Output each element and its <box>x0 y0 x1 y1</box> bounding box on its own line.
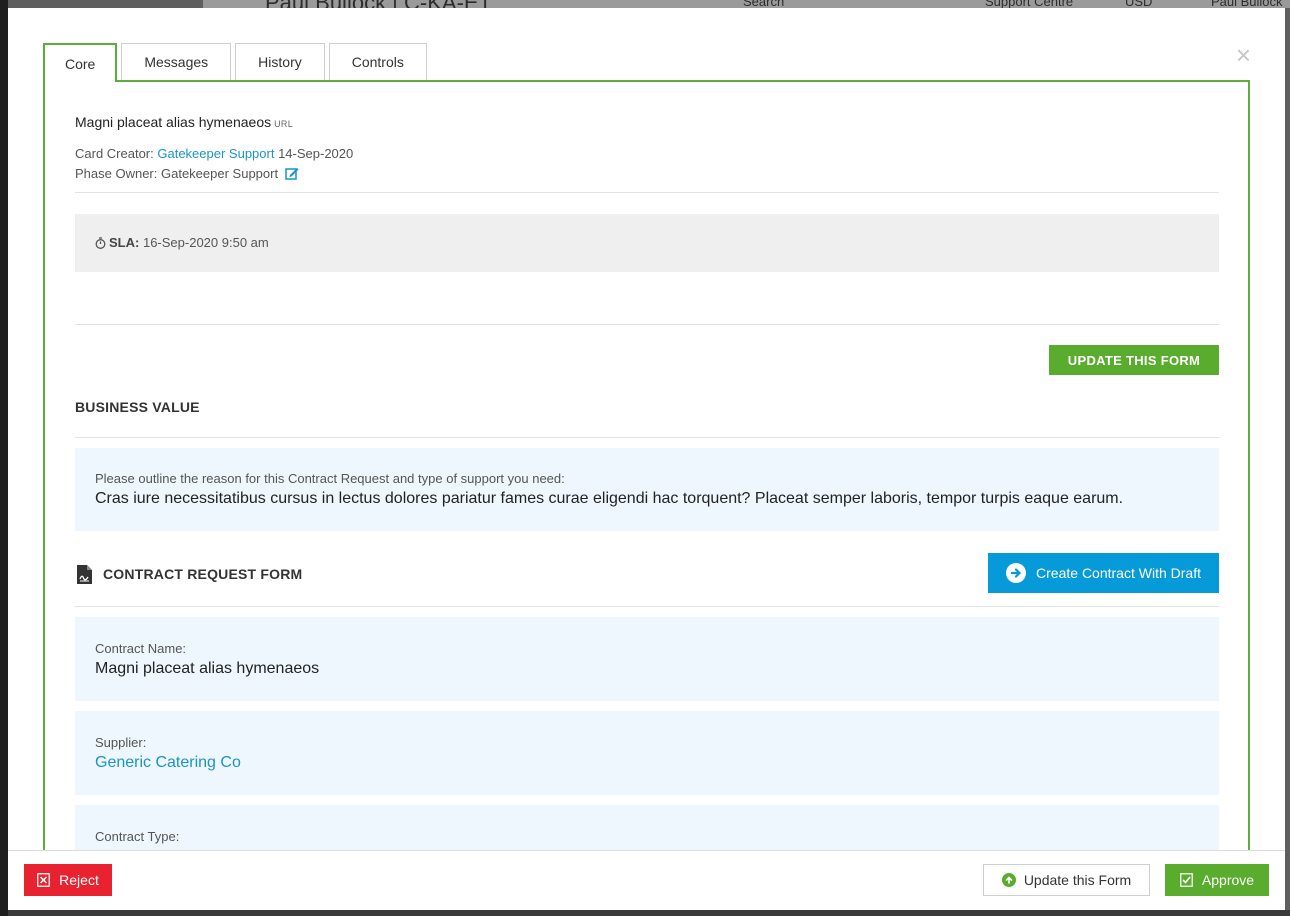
tab-messages[interactable]: Messages <box>121 43 232 80</box>
arrow-up-circle-icon <box>1001 873 1016 887</box>
checkbox-checked-icon <box>1180 873 1193 887</box>
card-creator-date: 14-Sep-2020 <box>278 146 354 161</box>
update-this-form-button[interactable]: UPDATE THIS FORM <box>1049 345 1219 375</box>
divider <box>75 324 1219 325</box>
supplier-field: Supplier: Generic Catering Co <box>75 711 1219 795</box>
background-currency: USD <box>1125 0 1153 8</box>
modal-footer: Reject Update this Form Approve <box>8 850 1285 910</box>
create-contract-label: Create Contract With Draft <box>1036 565 1201 581</box>
background-header-title: Paul Bullock | C-KA-E1 <box>265 0 491 8</box>
card-creator: Card Creator: Gatekeeper Support 14-Sep-… <box>75 146 353 161</box>
card-title-text: Magni placeat alias hymenaeos <box>75 114 272 130</box>
core-panel: Magni placeat alias hymenaeos URL Card Cr… <box>43 80 1250 910</box>
card-creator-label: Card Creator: <box>75 146 154 161</box>
business-value-question: Please outline the reason for this Contr… <box>95 471 565 486</box>
tab-controls[interactable]: Controls <box>328 43 427 80</box>
tab-core[interactable]: Core <box>43 43 118 82</box>
sla-value: 16-Sep-2020 9:50 am <box>142 235 269 250</box>
create-contract-with-draft-button[interactable]: Create Contract With Draft <box>988 553 1219 593</box>
approve-button[interactable]: Approve <box>1165 864 1269 896</box>
phase-owner-label: Phase Owner: <box>75 166 158 181</box>
arrow-right-circle-icon <box>1006 563 1027 583</box>
card-creator-link[interactable]: Gatekeeper Support <box>157 146 274 161</box>
supplier-link[interactable]: Generic Catering Co <box>95 754 1199 772</box>
divider <box>75 606 1219 607</box>
divider <box>75 437 1219 438</box>
contract-request-form-title: CONTRACT REQUEST FORM <box>103 566 303 582</box>
business-value-title: BUSINESS VALUE <box>75 399 200 415</box>
tab-history[interactable]: History <box>235 43 325 80</box>
contract-name-value: Magni placeat alias hymenaeos <box>95 660 320 677</box>
business-value-box: Please outline the reason for this Contr… <box>75 448 1219 531</box>
sla-box: SLA: 16-Sep-2020 9:50 am <box>75 214 1219 272</box>
sla-label: SLA: <box>109 235 140 250</box>
phase-owner: Phase Owner: Gatekeeper Support <box>75 166 299 183</box>
phase-owner-name: Gatekeeper Support <box>161 166 279 181</box>
card-title: Magni placeat alias hymenaeos URL <box>75 114 293 130</box>
contract-name-label: Contract Name: <box>95 641 187 656</box>
document-icon <box>77 565 92 589</box>
business-value-answer: Cras iure necessitatibus cursus in lectu… <box>95 490 1124 507</box>
contract-name-field: Contract Name: Magni placeat alias hymen… <box>75 617 1219 701</box>
card-modal: × Core Messages History Controls Magni p… <box>8 8 1285 910</box>
divider <box>75 192 1219 193</box>
url-tag[interactable]: URL <box>274 119 293 129</box>
edit-icon[interactable] <box>284 167 299 183</box>
update-this-form-footer-button[interactable]: Update this Form <box>983 864 1150 896</box>
stopwatch-icon <box>95 216 106 274</box>
background-header: Paul Bullock | C-KA-E1 Search Support Ce… <box>203 0 1290 8</box>
supplier-label: Supplier: <box>95 735 147 750</box>
background-search: Search <box>743 0 785 8</box>
reject-label: Reject <box>59 872 99 888</box>
background-support-link: Support Centre <box>985 0 1074 8</box>
close-box-icon <box>37 873 51 887</box>
background-user-name: Paul Bullock <box>1211 0 1283 8</box>
close-icon[interactable]: × <box>1236 42 1251 68</box>
approve-label: Approve <box>1201 872 1255 888</box>
tab-bar: Core Messages History Controls <box>43 43 431 82</box>
background-sidebar <box>0 0 8 916</box>
contract-type-label: Contract Type: <box>95 829 180 844</box>
update-footer-label: Update this Form <box>1023 872 1132 888</box>
background-footer <box>8 910 1290 916</box>
reject-button[interactable]: Reject <box>24 864 112 896</box>
